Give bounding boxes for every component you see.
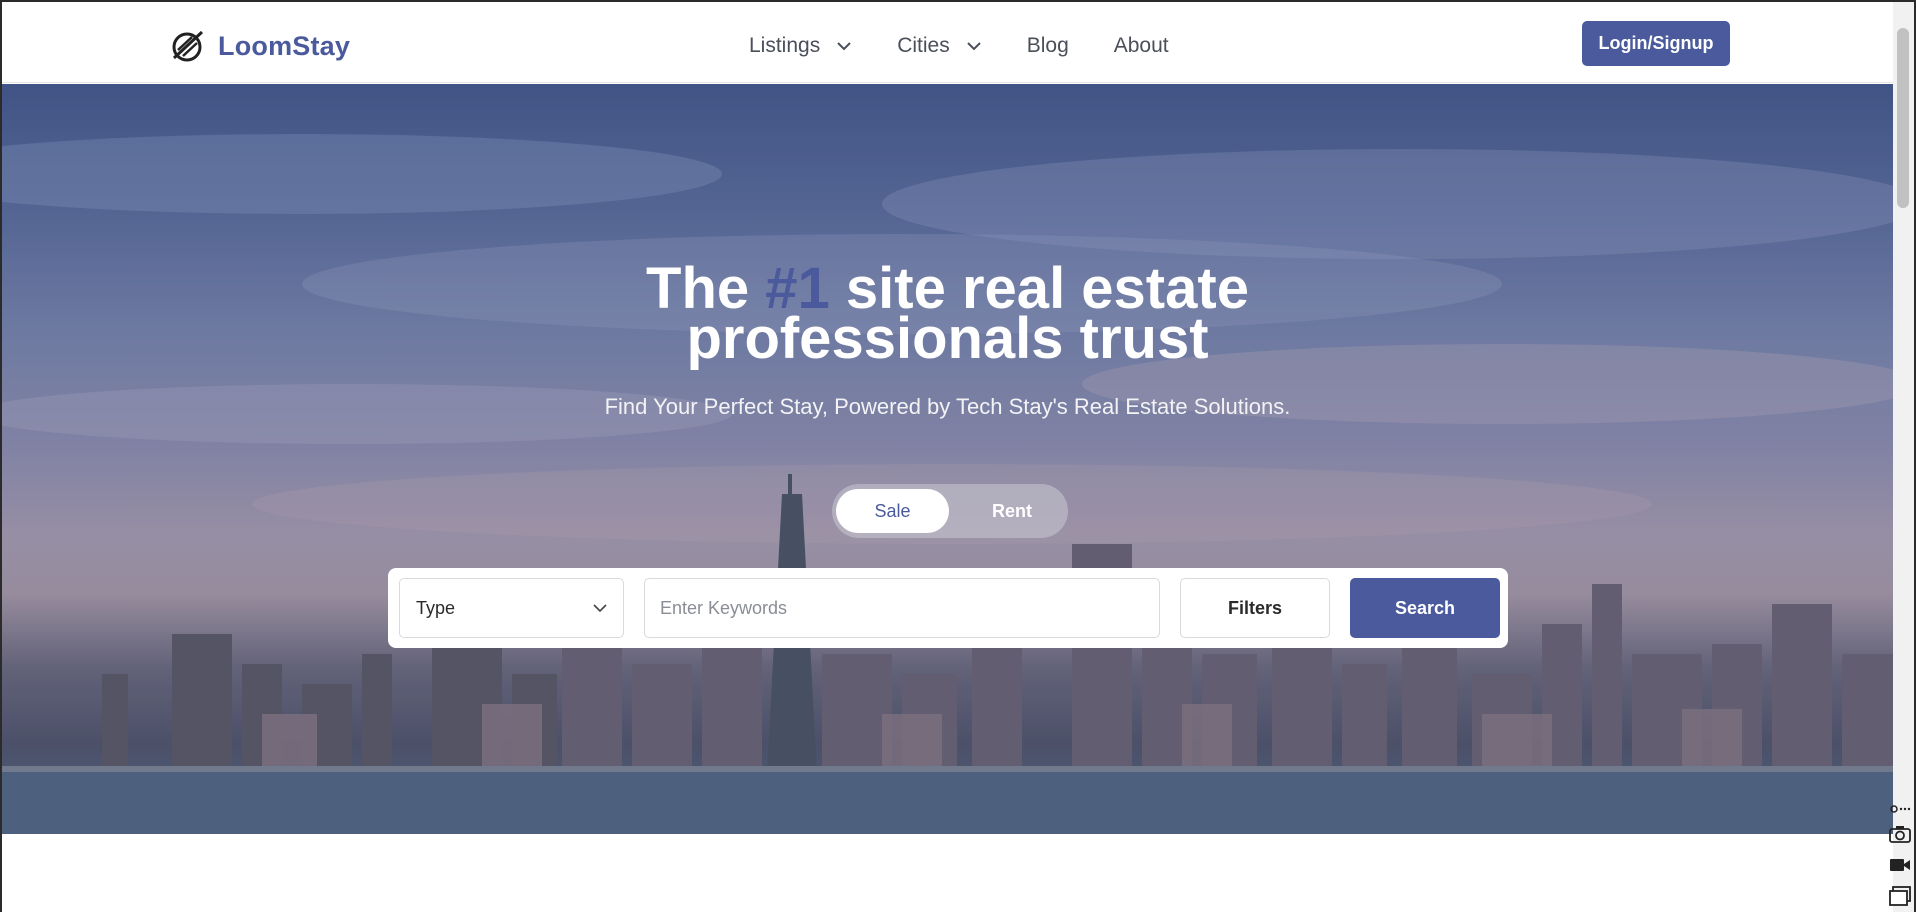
sale-rent-toggle: Sale Rent xyxy=(832,484,1068,538)
nav-item-about[interactable]: About xyxy=(1114,34,1169,58)
nav-item-label: Blog xyxy=(1026,34,1069,57)
nav-item-cities[interactable]: Cities xyxy=(897,34,982,58)
hero-subtitle: Find Your Perfect Stay, Powered by Tech … xyxy=(604,394,1291,419)
top-navbar: LoomStay Listings Cities Blog About Logi… xyxy=(2,2,1893,83)
hero-overlay xyxy=(2,84,1893,834)
keyword-search-input[interactable] xyxy=(644,578,1160,638)
nav-item-listings[interactable]: Listings xyxy=(749,34,852,58)
nav-item-label: About xyxy=(1113,34,1169,57)
chevron-down-icon xyxy=(967,42,981,51)
nav-item-label: Listings xyxy=(749,34,821,57)
hero-section: The #1 site real estate professionals tr… xyxy=(2,84,1893,834)
hero-title-line2: professionals trust xyxy=(686,306,1209,371)
type-select[interactable]: Type xyxy=(399,578,624,638)
main-nav: Listings Cities Blog About xyxy=(749,28,1214,64)
nav-item-label: Cities xyxy=(897,34,950,57)
scrollbar-thumb[interactable] xyxy=(1897,28,1909,208)
logo-slashed-circle-icon xyxy=(172,30,204,62)
hero-title: The #1 site real estate professionals tr… xyxy=(2,260,1893,368)
type-select-value: Type xyxy=(416,597,456,618)
screenshot-tool-icon[interactable] xyxy=(1889,802,1911,824)
chevron-down-icon xyxy=(837,42,851,51)
page-scrollbar[interactable] xyxy=(1893,2,1914,912)
nav-item-blog[interactable]: Blog xyxy=(1027,34,1069,58)
brand-name: LoomStay xyxy=(218,30,351,61)
search-bar: Type Filters Search xyxy=(388,568,1508,648)
login-signup-button[interactable]: Login/Signup xyxy=(1582,21,1730,66)
camera-icon[interactable] xyxy=(1889,824,1911,846)
filters-button[interactable]: Filters xyxy=(1180,578,1330,638)
toggle-rent[interactable]: Rent xyxy=(962,489,1062,533)
video-camera-icon[interactable] xyxy=(1889,856,1911,878)
brand-logo[interactable]: LoomStay xyxy=(170,26,350,66)
search-button[interactable]: Search xyxy=(1350,578,1500,638)
chevron-down-icon xyxy=(593,603,607,612)
toggle-sale[interactable]: Sale xyxy=(836,489,949,533)
floating-side-tools xyxy=(1885,798,1914,912)
window-icon[interactable] xyxy=(1889,886,1911,908)
